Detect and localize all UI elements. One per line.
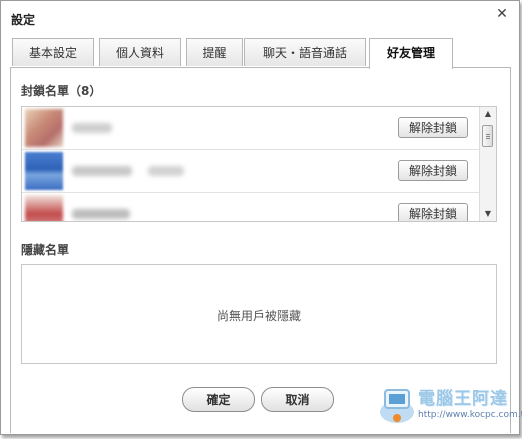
scroll-up-icon[interactable]: ▲ bbox=[480, 107, 496, 121]
tab-friend-management[interactable]: 好友管理 bbox=[369, 38, 453, 69]
mascot-icon bbox=[380, 389, 414, 423]
grip-line bbox=[486, 136, 490, 137]
blurred-name bbox=[72, 123, 112, 133]
blurred-name-extra bbox=[148, 166, 184, 176]
tab-bar: 基本設定 個人資料 提醒 聊天・語音通話 好友管理 bbox=[10, 38, 510, 69]
list-item: 解除封鎖 bbox=[22, 150, 481, 193]
watermark-logo: 電腦王阿達 http://www.kocpc.com.tw bbox=[376, 380, 522, 430]
avatar bbox=[25, 109, 63, 147]
close-icon[interactable]: ✕ bbox=[494, 6, 510, 22]
blurred-name bbox=[72, 166, 132, 176]
tab-profile[interactable]: 個人資料 bbox=[99, 38, 181, 66]
watermark-text: 電腦王阿達 bbox=[418, 389, 508, 409]
title-bar: 設定 ✕ bbox=[1, 1, 519, 34]
grip-line bbox=[486, 134, 490, 135]
unblock-button[interactable]: 解除封鎖 bbox=[398, 160, 468, 181]
unblock-button[interactable]: 解除封鎖 bbox=[398, 117, 468, 138]
blocked-list-heading: 封鎖名單（8） bbox=[21, 84, 102, 98]
grip-line bbox=[486, 138, 490, 139]
scroll-thumb[interactable] bbox=[482, 125, 493, 147]
tab-chat-voice[interactable]: 聊天・語音通話 bbox=[244, 38, 366, 66]
ok-button[interactable]: 確定 bbox=[182, 387, 255, 412]
hidden-list: 尚無用戶被隱藏 bbox=[21, 264, 497, 364]
hidden-list-heading: 隱藏名單 bbox=[21, 243, 70, 257]
unblock-button[interactable]: 解除封鎖 bbox=[398, 203, 468, 221]
avatar bbox=[25, 195, 63, 221]
tab-basic-settings[interactable]: 基本設定 bbox=[12, 38, 94, 66]
scrollbar[interactable]: ▲ ▼ bbox=[479, 107, 496, 221]
scroll-down-icon[interactable]: ▼ bbox=[480, 207, 496, 221]
cancel-button[interactable]: 取消 bbox=[261, 387, 334, 412]
blocked-list: 解除封鎖 解除封鎖 解除封鎖 ▲ ▼ bbox=[21, 106, 497, 222]
list-item: 解除封鎖 bbox=[22, 107, 481, 150]
tab-reminders[interactable]: 提醒 bbox=[186, 38, 243, 66]
list-item: 解除封鎖 bbox=[22, 193, 481, 221]
watermark-url: http://www.kocpc.com.tw bbox=[418, 410, 522, 420]
empty-state-text: 尚無用戶被隱藏 bbox=[216, 309, 301, 323]
avatar bbox=[25, 152, 63, 190]
blurred-name bbox=[72, 209, 130, 219]
dialog-title: 設定 bbox=[11, 13, 36, 27]
